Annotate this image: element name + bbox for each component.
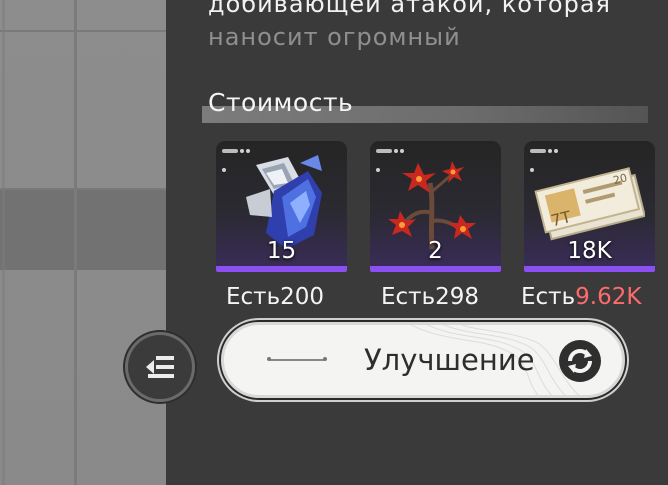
owned-label: Есть xyxy=(226,284,281,310)
owned-label: Есть xyxy=(381,284,436,310)
collapse-list-icon xyxy=(146,356,174,378)
required-quantity: 2 xyxy=(428,238,443,264)
owned-value-insufficient: 9.62K xyxy=(575,284,642,310)
rarity-stripe xyxy=(370,266,501,272)
description-line-2: наносит огромный xyxy=(208,23,461,51)
upgrade-button[interactable]: Улучшение xyxy=(221,322,625,398)
owned-label: Есть xyxy=(521,284,576,310)
cost-title: Стоимость xyxy=(208,88,354,117)
cost-item-card[interactable]: 20 7T 18K xyxy=(524,141,655,272)
owned-value: 200 xyxy=(280,284,325,310)
required-quantity: 18K xyxy=(567,238,612,264)
rarity-stripe xyxy=(216,266,347,272)
cost-item-card[interactable]: 2 xyxy=(370,141,501,272)
collapse-panel-button[interactable] xyxy=(128,335,192,399)
cost-item-card[interactable]: 15 xyxy=(216,141,347,272)
owned-amount: Есть9.62K xyxy=(521,284,641,310)
refresh-icon xyxy=(559,340,601,382)
owned-amount: Есть200 xyxy=(226,284,324,310)
owned-amount: Есть298 xyxy=(381,284,479,310)
upgrade-label: Улучшение xyxy=(364,343,535,377)
description-line-1: добивающей атакой, которая xyxy=(208,0,611,18)
background-scene xyxy=(0,0,166,485)
skill-description: добивающей атакой, которая наносит огром… xyxy=(208,0,648,54)
required-quantity: 15 xyxy=(266,238,297,264)
rarity-stripe xyxy=(524,266,655,272)
decorative-line xyxy=(267,357,327,361)
owned-value: 298 xyxy=(435,284,480,310)
